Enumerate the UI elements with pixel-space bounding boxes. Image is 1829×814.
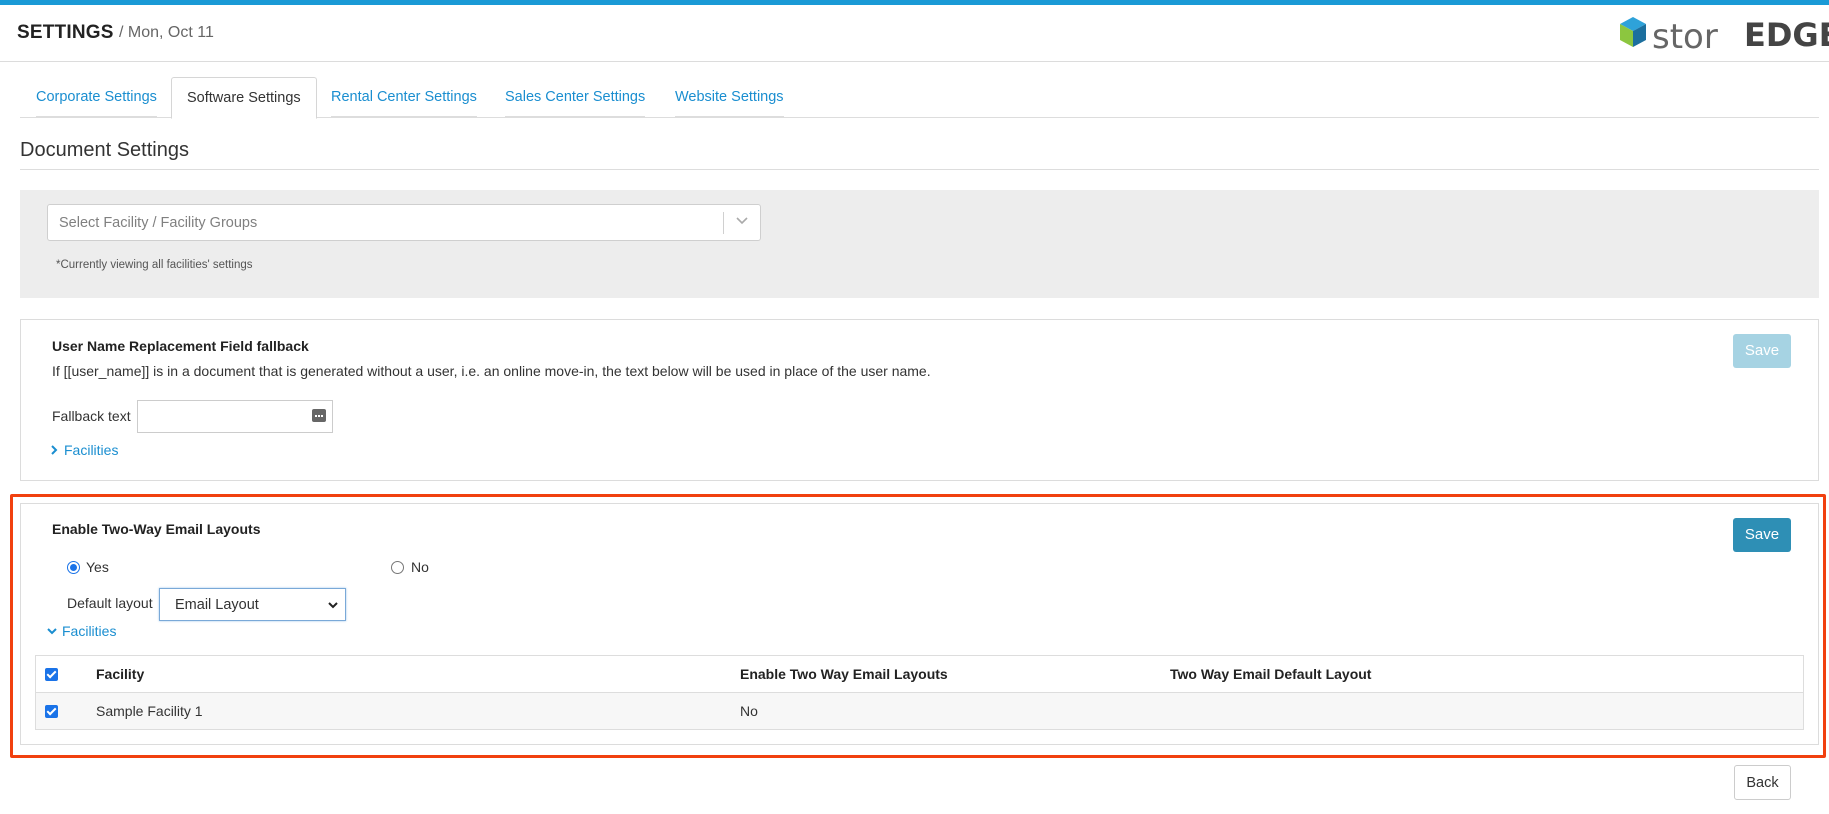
chevron-down-icon[interactable] xyxy=(734,212,750,228)
username-panel-title: User Name Replacement Field fallback xyxy=(52,338,309,354)
viewing-note: *Currently viewing all facilities' setti… xyxy=(56,259,253,271)
chevron-right-icon xyxy=(51,445,58,455)
facilities-link-label: Facilities xyxy=(64,442,119,458)
select-separator xyxy=(723,212,724,234)
username-save-button[interactable]: Save xyxy=(1733,334,1791,368)
logo-text-edge: EDGE xyxy=(1744,16,1829,54)
page-title: SETTINGS xyxy=(17,22,114,43)
username-panel-description: If [[user_name]] is in a document that i… xyxy=(52,363,931,379)
tab-website-settings[interactable]: Website Settings xyxy=(675,77,784,117)
highlight-box xyxy=(10,494,1826,758)
storedge-logo-icon xyxy=(1620,17,1646,47)
section-title: Document Settings xyxy=(20,139,189,161)
facilities-expand-link[interactable]: Facilities xyxy=(48,442,118,458)
username-fallback-panel: User Name Replacement Field fallback If … xyxy=(20,319,1819,481)
tab-software-settings[interactable]: Software Settings xyxy=(171,77,317,119)
facility-filter-panel: Select Facility / Facility Groups *Curre… xyxy=(20,190,1819,298)
tab-sales-center-settings[interactable]: Sales Center Settings xyxy=(505,77,646,117)
keyboard-icon[interactable] xyxy=(312,409,326,422)
logo-text-stor: stor xyxy=(1652,17,1718,57)
facility-select[interactable]: Select Facility / Facility Groups xyxy=(47,204,761,241)
fallback-text-label: Fallback text xyxy=(52,408,131,424)
tab-corporate-settings[interactable]: Corporate Settings xyxy=(36,77,157,117)
page-date: / Mon, Oct 11 xyxy=(119,24,214,41)
back-button[interactable]: Back xyxy=(1734,765,1791,800)
page-header: SETTINGS / Mon, Oct 11 stor EDGE xyxy=(0,5,1829,62)
settings-tabs: Corporate Settings Software Settings Ren… xyxy=(20,77,1819,119)
fallback-text-input[interactable] xyxy=(137,400,333,433)
facility-select-placeholder: Select Facility / Facility Groups xyxy=(59,215,258,231)
tab-rental-center-settings[interactable]: Rental Center Settings xyxy=(331,77,477,117)
section-divider xyxy=(20,169,1819,170)
